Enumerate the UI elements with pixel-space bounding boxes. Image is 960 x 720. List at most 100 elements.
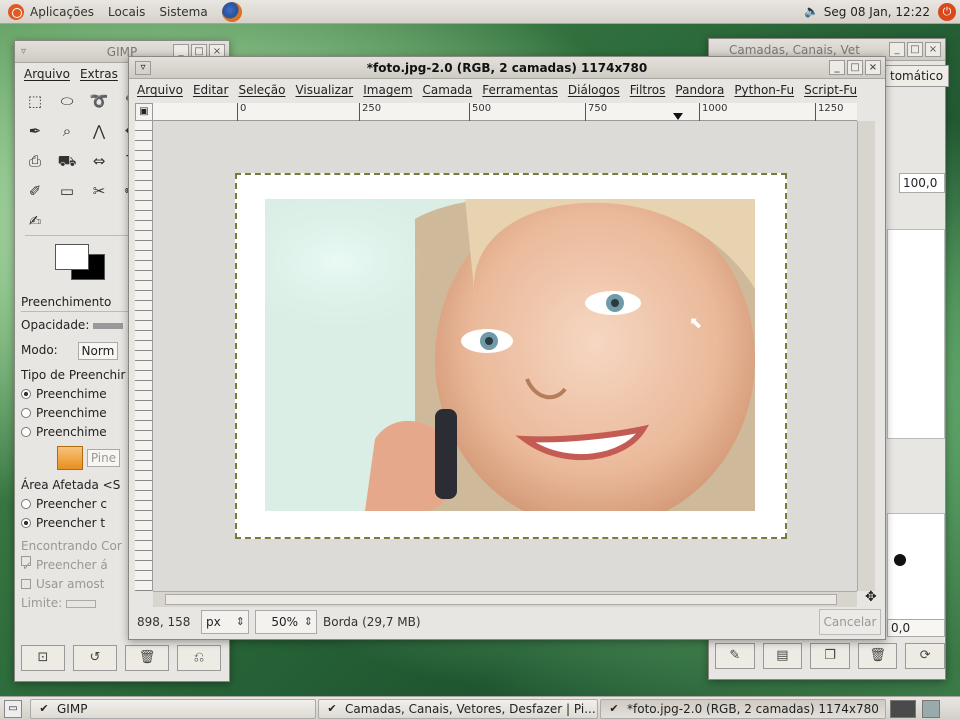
clone-tool-icon[interactable]: ⎙ xyxy=(21,147,49,175)
menu-imagem[interactable]: Imagem xyxy=(358,83,417,97)
fill-type-option-fg[interactable]: Preenchime xyxy=(21,385,131,404)
window-menu-icon[interactable]: ▿ xyxy=(21,46,26,57)
ruler-tick: 750 xyxy=(585,103,607,121)
navigate-icon[interactable]: ✥ xyxy=(865,589,877,605)
duplicate-layer-icon[interactable]: ❐ xyxy=(810,643,850,669)
maximize-button[interactable]: □ xyxy=(907,42,923,57)
menu-extras[interactable]: Extras xyxy=(75,67,123,81)
horizontal-ruler[interactable]: 0 250 500 750 1000 1250 xyxy=(153,103,857,121)
cancel-button[interactable]: Cancelar xyxy=(819,609,881,635)
restore-options-icon[interactable]: ↺ xyxy=(73,645,117,671)
menu-locais[interactable]: Locais xyxy=(108,5,145,19)
minimize-button[interactable]: _ xyxy=(829,60,845,75)
show-desktop-icon[interactable]: ▭ xyxy=(4,700,22,718)
image-canvas[interactable]: ⬉ xyxy=(153,121,857,591)
quick-mask-corner-icon[interactable]: ▣ xyxy=(135,103,153,121)
sample-merged-checkbox[interactable]: Usar amost xyxy=(21,575,131,594)
new-layer-icon[interactable]: ▤ xyxy=(762,643,803,669)
toolbox-footer: ⊡ ↺ 🗑 ⎌ xyxy=(21,645,225,673)
eraser-tool-icon[interactable]: ▭ xyxy=(53,177,81,205)
ink-tool-icon[interactable]: ✍ xyxy=(21,207,49,235)
unit-select[interactable]: px xyxy=(201,610,249,634)
menu-script-fu[interactable]: Script-Fu xyxy=(799,83,862,97)
affected-option-selection[interactable]: Preencher c xyxy=(21,495,131,514)
affected-option-similar[interactable]: Preencher t xyxy=(21,514,131,533)
threshold-slider[interactable] xyxy=(66,599,97,608)
minimize-button[interactable]: _ xyxy=(889,42,905,57)
menu-editar[interactable]: Editar xyxy=(188,83,234,97)
menu-aplicacoes[interactable]: Aplicações xyxy=(30,5,94,19)
shutdown-icon[interactable]: ⏻ xyxy=(938,3,956,21)
menu-python-fu[interactable]: Python-Fu xyxy=(729,83,799,97)
menu-arquivo[interactable]: Arquivo xyxy=(132,83,188,97)
bucket-fill-tool-icon[interactable]: ⛟ xyxy=(53,147,81,175)
menu-ferramentas[interactable]: Ferramentas xyxy=(477,83,563,97)
fill-type-option-pattern[interactable]: Preenchime xyxy=(21,423,131,442)
close-button[interactable]: × xyxy=(865,60,881,75)
layers-list[interactable] xyxy=(887,229,945,439)
tool-options-panel: Preenchimento Opacidade: Modo: Norm Tipo… xyxy=(21,293,131,613)
close-button[interactable]: × xyxy=(925,42,941,57)
vertical-ruler[interactable] xyxy=(135,121,153,591)
opacity-slider[interactable] xyxy=(93,322,124,329)
paintbrush-tool-icon[interactable]: ✐ xyxy=(21,177,49,205)
gimp-icon: ✔ xyxy=(327,702,337,715)
affected-area-label: Área Afetada <S xyxy=(21,478,121,492)
menu-dialogos[interactable]: Diálogos xyxy=(563,83,625,97)
photo-content xyxy=(265,199,755,511)
brush-spacing-field[interactable]: 0,0 xyxy=(887,619,945,637)
reset-options-icon[interactable]: ⎌ xyxy=(177,645,221,671)
menu-pandora[interactable]: Pandora xyxy=(670,83,729,97)
brush-dot-icon xyxy=(894,554,906,566)
workspace-switcher[interactable] xyxy=(890,700,916,718)
trash-icon[interactable] xyxy=(922,700,940,718)
delete-options-icon[interactable]: 🗑 xyxy=(125,645,169,671)
ellipse-select-tool-icon[interactable]: ⬭ xyxy=(53,87,81,115)
fill-transparent-checkbox[interactable]: ✓ Preencher á xyxy=(21,556,131,575)
scissors-tool-icon[interactable]: ✂ xyxy=(85,177,113,205)
pointer-coordinates: 898, 158 xyxy=(137,615,191,629)
menu-visualizar[interactable]: Visualizar xyxy=(290,83,358,97)
menu-selecao[interactable]: Seleção xyxy=(233,83,290,97)
flip-tool-icon[interactable]: ⇔ xyxy=(85,147,113,175)
fill-type-option-bg[interactable]: Preenchime xyxy=(21,404,131,423)
pattern-name-field[interactable]: Pine xyxy=(86,448,121,467)
menu-sistema[interactable]: Sistema xyxy=(159,5,207,19)
brush-preview[interactable] xyxy=(887,513,945,623)
menu-arquivo[interactable]: Arquivo xyxy=(19,67,75,81)
taskbar-item-layers[interactable]: ✔ Camadas, Canais, Vetores, Desfazer | Pi… xyxy=(318,699,598,719)
vertical-scrollbar[interactable] xyxy=(857,121,875,591)
ruler-tick: 1250 xyxy=(815,103,843,121)
measure-tool-icon[interactable]: ⋀ xyxy=(85,117,113,145)
volume-icon[interactable]: 🔈 xyxy=(804,4,820,20)
menu-filtros[interactable]: Filtros xyxy=(625,83,671,97)
taskbar-item-image[interactable]: ✔ *foto.jpg-2.0 (RGB, 2 camadas) 1174x780 xyxy=(600,699,886,719)
layer-opacity-field[interactable]: 100,0 xyxy=(899,173,945,193)
menu-camada[interactable]: Camada xyxy=(418,83,478,97)
edit-layer-icon[interactable]: ✎ xyxy=(715,643,755,669)
pattern-preview[interactable] xyxy=(57,445,83,470)
color-picker-tool-icon[interactable]: ✒ xyxy=(21,117,49,145)
tool-options-title: Preenchimento xyxy=(21,293,131,312)
lasso-tool-icon[interactable]: ➰ xyxy=(85,87,113,115)
taskbar-item-gimp[interactable]: ✔ GIMP xyxy=(30,699,316,719)
refresh-icon[interactable]: ⟳ xyxy=(905,643,945,669)
ubuntu-logo-icon[interactable] xyxy=(8,3,24,20)
panel-clock[interactable]: Seg 08 Jan, 12:22 xyxy=(824,5,930,19)
window-menu-icon[interactable]: ▿ xyxy=(135,60,151,75)
scrollbar-thumb[interactable] xyxy=(165,594,837,605)
maximize-button[interactable]: □ xyxy=(847,60,863,75)
save-options-icon[interactable]: ⊡ xyxy=(21,645,65,671)
threshold-row: Limite: xyxy=(21,594,131,613)
zoom-select[interactable]: 50% xyxy=(255,610,317,634)
mode-select[interactable]: Norm xyxy=(77,341,119,360)
firefox-launcher-icon[interactable] xyxy=(221,1,242,22)
delete-layer-icon[interactable]: 🗑 xyxy=(857,643,898,669)
foreground-color-swatch[interactable] xyxy=(55,244,89,270)
ruler-tick: 250 xyxy=(359,103,381,121)
rect-select-tool-icon[interactable]: ⬚ xyxy=(21,87,49,115)
auto-button[interactable]: tomático xyxy=(885,65,949,87)
layers-footer: ✎ ▤ ❐ 🗑 ⟳ xyxy=(715,643,945,671)
zoom-tool-icon[interactable]: ⌕ xyxy=(53,117,81,145)
image-titlebar[interactable]: ▿ *foto.jpg-2.0 (RGB, 2 camadas) 1174x78… xyxy=(129,57,885,79)
